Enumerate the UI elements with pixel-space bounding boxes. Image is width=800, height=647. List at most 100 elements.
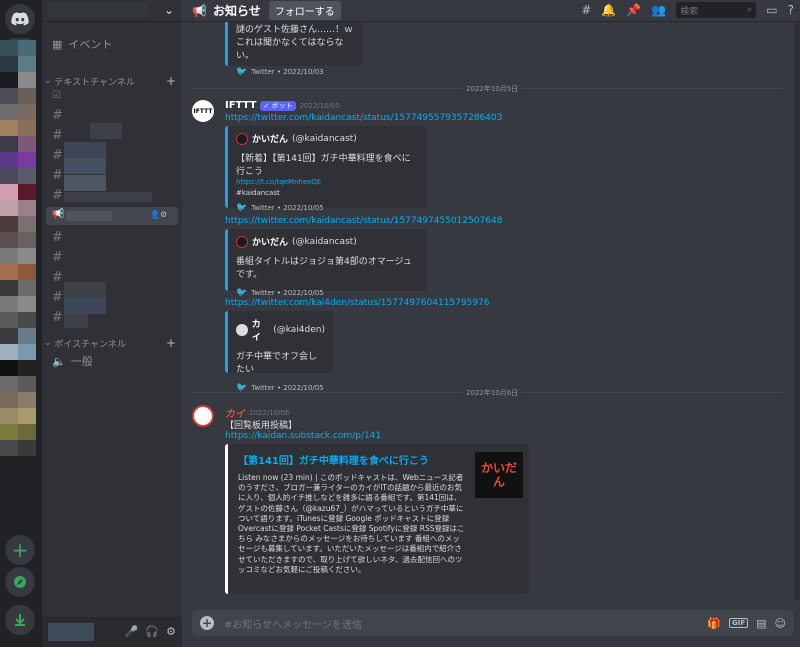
scrollbar[interactable] (794, 22, 800, 600)
embed-handle[interactable]: (@kai4den) (273, 325, 325, 335)
server-header[interactable]: ⌄ (42, 0, 182, 22)
embed-hashtag[interactable]: #kaidancast (236, 189, 419, 197)
add-channel-icon[interactable]: + (166, 336, 176, 350)
speaker-icon: 🔈 (52, 354, 66, 368)
avatar[interactable] (192, 405, 214, 427)
twitter-icon: 🐦 (236, 67, 248, 77)
threads-icon[interactable]: # (581, 3, 591, 17)
message-timestamp: 2022/10/06 (249, 408, 290, 417)
gift-icon[interactable]: 🎁 (707, 617, 721, 630)
voice-channel-general[interactable]: 🔈 一般 (52, 353, 93, 369)
embed-text: 番組タイトルはジョジョ第4部のオマージュです。 (236, 257, 412, 280)
date-divider-label: 2022年10月6日 (462, 388, 523, 398)
embed-description: Listen now (23 min) | このポッドキャストは、Webニュース… (238, 473, 465, 574)
announcement-icon: 📢 (192, 3, 207, 18)
twitter-icon: 🐦 (236, 288, 248, 298)
thumbnail-logo-text: かいだん (480, 461, 517, 489)
sticker-icon[interactable]: ▤ (756, 617, 766, 630)
attach-plus-icon[interactable]: + (200, 616, 214, 630)
channel-name-blurred (64, 192, 152, 202)
embed-text: ガチ中華でオフ会したい (236, 352, 318, 375)
member-list-icon[interactable]: 👥 (651, 3, 666, 17)
add-channel-icon[interactable]: + (166, 74, 176, 88)
avatar[interactable]: IFTTT (192, 100, 214, 122)
channel-hash-icon[interactable]: # (52, 250, 63, 265)
channel-name-blurred (90, 123, 122, 139)
search-icon: ⌕ (747, 5, 753, 15)
embed-author[interactable]: かいだん (252, 235, 288, 248)
embed-author[interactable]: カイ (252, 317, 270, 343)
rules-channel-icon[interactable]: ☑ (52, 90, 61, 101)
help-icon[interactable]: ? (788, 3, 794, 17)
inbox-icon[interactable]: ▭ (766, 3, 777, 17)
user-panel: 🎤 🎧 ⚙ (42, 617, 182, 647)
embed-text: 謎のゲスト佐藤さん……！ｗ (236, 25, 354, 35)
download-apps-icon[interactable] (5, 605, 35, 635)
message-author[interactable]: IFTTT ✓ ボット 2022/10/05 (225, 100, 340, 111)
headphones-icon[interactable]: 🎧 (145, 625, 159, 638)
server-list-blurred[interactable] (0, 40, 36, 525)
bell-icon[interactable]: 🔔 (601, 3, 616, 17)
channel-sidebar: ⌄ ▦ イベント ⌄ テキストチャンネル + ☑ # # # # # 📢 👤⚙ … (42, 0, 182, 647)
category-voice-channels[interactable]: ⌄ ボイスチャンネル + (44, 336, 176, 350)
embed-title[interactable]: 【第141回】ガチ中華料理を食べに行こう (238, 452, 468, 467)
message-text: 【回覧板用投稿】 (225, 421, 298, 431)
announcement-icon: 📢 (52, 209, 65, 220)
add-server-button[interactable]: + (5, 535, 35, 565)
channel-name-blurred (66, 211, 112, 221)
channel-name-blurred (64, 142, 106, 158)
channel-hash-icon[interactable]: # (52, 168, 63, 183)
embed-handle[interactable]: (@kaidancast) (292, 134, 357, 144)
calendar-icon: ▦ (52, 37, 63, 51)
gear-icon[interactable]: ⚙ (166, 625, 176, 638)
channel-hash-icon[interactable]: # (52, 148, 63, 163)
embed-handle[interactable]: (@kaidancast) (292, 237, 357, 247)
channel-hash-icon[interactable]: # (52, 128, 63, 143)
pin-icon[interactable]: 📌 (626, 3, 641, 17)
tweet-embed: かいだん (@kaidancast) 番組タイトルはジョジョ第4部のオマージュで… (225, 229, 427, 298)
channel-hash-icon[interactable]: # (52, 310, 63, 325)
voice-channel-label: 一般 (70, 355, 93, 368)
channel-name-blurred (64, 282, 106, 298)
avatar (236, 132, 248, 145)
channel-hash-icon[interactable]: # (52, 230, 63, 245)
channel-hash-icon[interactable]: # (52, 188, 63, 203)
channel-hash-icon[interactable]: # (52, 270, 63, 285)
emoji-icon[interactable]: ☺ (775, 617, 786, 630)
channel-name-blurred (64, 158, 106, 174)
message-link[interactable]: https://kaidan.substack.com/p/141 (225, 431, 381, 441)
chevron-down-icon: ⌄ (44, 338, 55, 348)
message-link[interactable]: https://twitter.com/kai4den/status/15774… (225, 298, 490, 308)
invite-icon[interactable]: 👤⚙ (150, 210, 167, 219)
tweet-embed: 謎のゲスト佐藤さん……！ｗ これは聞かなくてはならない。 🐦 Twitter •… (225, 22, 363, 77)
channel-name-blurred (64, 298, 106, 314)
microphone-muted-icon[interactable]: 🎤 (125, 625, 139, 638)
follow-button[interactable]: フォローする (268, 1, 341, 20)
embed-author[interactable]: かいだん (252, 132, 288, 145)
gif-button[interactable]: GIF (728, 618, 749, 628)
message-link[interactable]: https://twitter.com/kaidancast/status/15… (225, 216, 502, 226)
search-input[interactable]: 検索 ⌕ (676, 2, 757, 18)
embed-thumbnail[interactable]: かいだん (475, 452, 523, 498)
avatar[interactable] (48, 623, 94, 641)
date-divider-label: 2022年10月5日 (462, 84, 523, 94)
discord-home-icon[interactable] (5, 4, 35, 34)
author-name: IFTTT (225, 100, 257, 111)
channel-hash-icon[interactable]: # (52, 290, 63, 305)
embed-text: 【新着】【第141回】ガチ中華料理を食べに行こう (236, 154, 411, 177)
message-composer[interactable]: + #お知らせへメッセージを送信 🎁 GIF ▤ ☺ (192, 610, 794, 636)
category-label: テキストチャンネル (54, 77, 135, 88)
explore-servers-icon[interactable] (5, 567, 35, 597)
events-item[interactable]: ▦ イベント (52, 36, 112, 52)
category-text-channels[interactable]: ⌄ テキストチャンネル + (44, 74, 176, 88)
server-rail: + (0, 0, 42, 647)
embed-footer: Twitter • 2022/10/05 (251, 289, 324, 297)
chevron-down-icon[interactable]: ⌄ (164, 3, 174, 17)
channel-hash-icon[interactable]: # (52, 108, 63, 123)
message-input[interactable]: #お知らせへメッセージを送信 (224, 616, 362, 631)
page-title: お知らせ (212, 4, 261, 18)
embed-link[interactable]: https://t.co/tqeMnhexQE (236, 178, 419, 186)
bot-badge: ✓ ボット (260, 100, 296, 111)
link-embed: 【第141回】ガチ中華料理を食べに行こう Listen now (23 min)… (225, 444, 529, 594)
message-link[interactable]: https://twitter.com/kaidancast/status/15… (225, 113, 502, 123)
